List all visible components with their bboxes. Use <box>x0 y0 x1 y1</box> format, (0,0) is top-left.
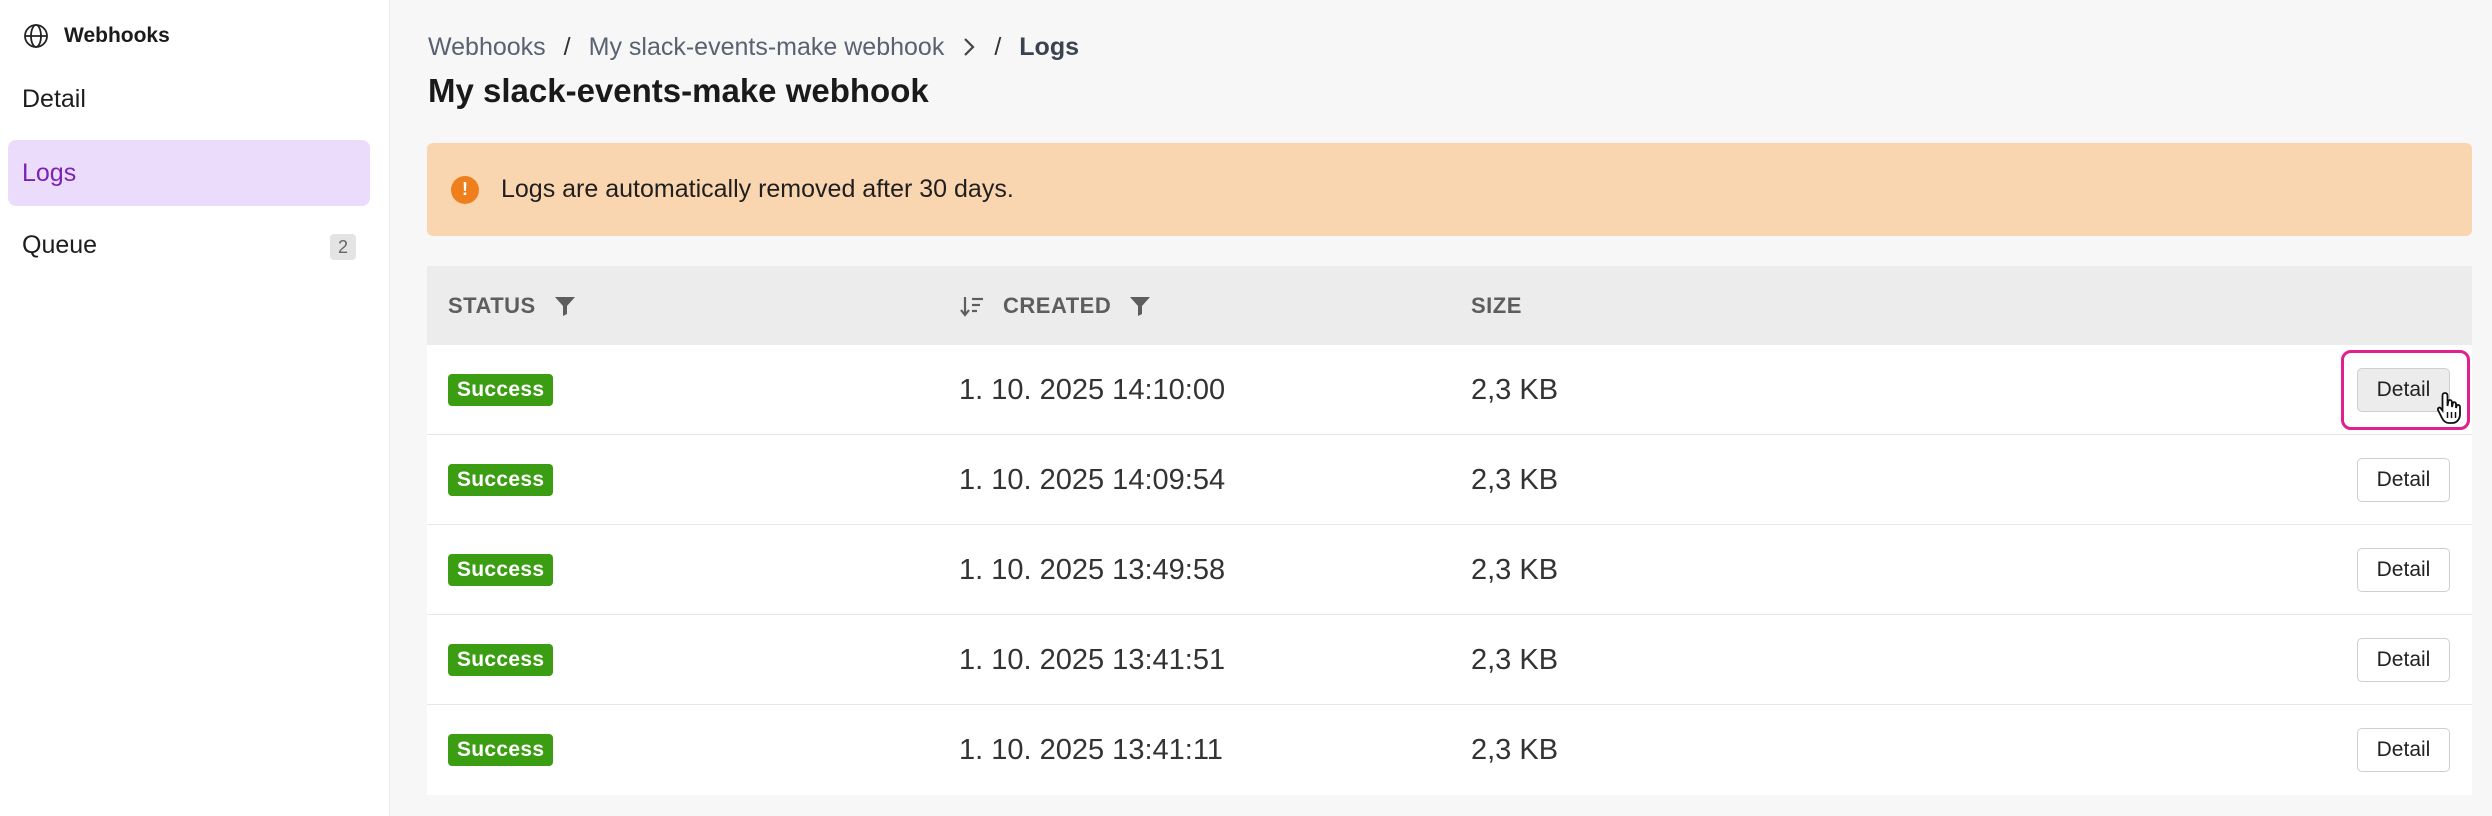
sidebar-item-detail[interactable]: Detail <box>8 66 370 132</box>
size-cell: 2,3 KB <box>1471 373 1559 406</box>
created-cell: 1. 10. 2025 13:41:51 <box>959 643 1226 676</box>
size-cell: 2,3 KB <box>1471 463 1559 496</box>
sidebar-item-label: Queue <box>22 230 98 259</box>
detail-button[interactable]: Detail <box>2357 728 2450 772</box>
detail-button[interactable]: Detail <box>2357 548 2450 592</box>
action-cell: Detail <box>2357 615 2450 705</box>
breadcrumb-separator: / <box>994 32 1002 61</box>
created-cell: 1. 10. 2025 13:49:58 <box>959 553 1226 586</box>
table-row: Success 1. 10. 2025 13:41:11 2,3 KB Deta… <box>427 705 2472 795</box>
hand-pointer-icon <box>2436 391 2464 433</box>
action-cell: Detail <box>2357 525 2450 615</box>
status-badge: Success <box>448 644 554 676</box>
created-cell: 1. 10. 2025 13:41:11 <box>959 733 1223 766</box>
breadcrumb: Webhooks / My slack-events-make webhook … <box>428 30 1079 64</box>
status-cell: Success <box>448 705 554 795</box>
table-row: Success 1. 10. 2025 14:10:00 2,3 KB Deta… <box>427 345 2472 435</box>
table-row: Success 1. 10. 2025 13:41:51 2,3 KB Deta… <box>427 615 2472 705</box>
sidebar: Webhooks Detail Logs Queue 2 <box>0 0 390 816</box>
sidebar-item-queue[interactable]: Queue 2 <box>8 212 370 278</box>
status-badge: Success <box>448 374 554 406</box>
logs-table: STATUS CREATED SIZE Success 1. 10. 2025 … <box>427 266 2472 795</box>
action-cell: Detail <box>2357 435 2450 525</box>
queue-count-badge: 2 <box>330 234 356 260</box>
sidebar-title: Webhooks <box>64 24 170 47</box>
detail-button[interactable]: Detail <box>2357 638 2450 682</box>
created-cell: 1. 10. 2025 14:10:00 <box>959 373 1226 406</box>
page-title: My slack-events-make webhook <box>428 72 929 109</box>
filter-icon[interactable] <box>554 295 576 317</box>
column-status-label: STATUS <box>448 292 536 318</box>
sidebar-item-logs[interactable]: Logs <box>8 140 370 206</box>
status-badge: Success <box>448 554 554 586</box>
status-cell: Success <box>448 435 554 525</box>
column-size-label: SIZE <box>1471 292 1522 318</box>
status-badge: Success <box>448 464 554 496</box>
size-cell: 2,3 KB <box>1471 553 1559 586</box>
created-cell: 1. 10. 2025 14:09:54 <box>959 463 1226 496</box>
status-cell: Success <box>448 525 554 615</box>
status-cell: Success <box>448 615 554 705</box>
status-badge: Success <box>448 734 554 766</box>
breadcrumb-current: Logs <box>1019 32 1079 61</box>
sidebar-header: Webhooks <box>22 22 170 50</box>
sidebar-item-label: Detail <box>22 84 86 113</box>
warning-circle-icon: ! <box>451 175 479 204</box>
column-status: STATUS <box>448 293 576 319</box>
size-cell: 2,3 KB <box>1471 733 1559 766</box>
status-cell: Success <box>448 345 554 435</box>
column-created-label: CREATED <box>1003 292 1112 318</box>
sidebar-item-label: Logs <box>22 158 77 187</box>
alert-message: Logs are automatically removed after 30 … <box>501 175 1014 203</box>
breadcrumb-separator: / <box>563 32 571 61</box>
column-size: SIZE <box>1471 293 1522 319</box>
sort-descending-icon[interactable] <box>959 295 985 317</box>
table-header: STATUS CREATED SIZE <box>427 266 2472 345</box>
breadcrumb-link-webhooks[interactable]: Webhooks <box>428 33 546 62</box>
breadcrumb-link-webhook[interactable]: My slack-events-make webhook <box>589 33 945 62</box>
table-row: Success 1. 10. 2025 13:49:58 2,3 KB Deta… <box>427 525 2472 615</box>
detail-button[interactable]: Detail <box>2357 458 2450 502</box>
column-created: CREATED <box>959 293 1151 319</box>
globe-icon <box>22 22 50 50</box>
size-cell: 2,3 KB <box>1471 643 1559 676</box>
filter-icon[interactable] <box>1129 295 1151 317</box>
action-cell: Detail <box>2357 705 2450 795</box>
retention-alert: ! Logs are automatically removed after 3… <box>427 143 2472 236</box>
chevron-right-icon[interactable] <box>962 36 976 58</box>
table-row: Success 1. 10. 2025 14:09:54 2,3 KB Deta… <box>427 435 2472 525</box>
